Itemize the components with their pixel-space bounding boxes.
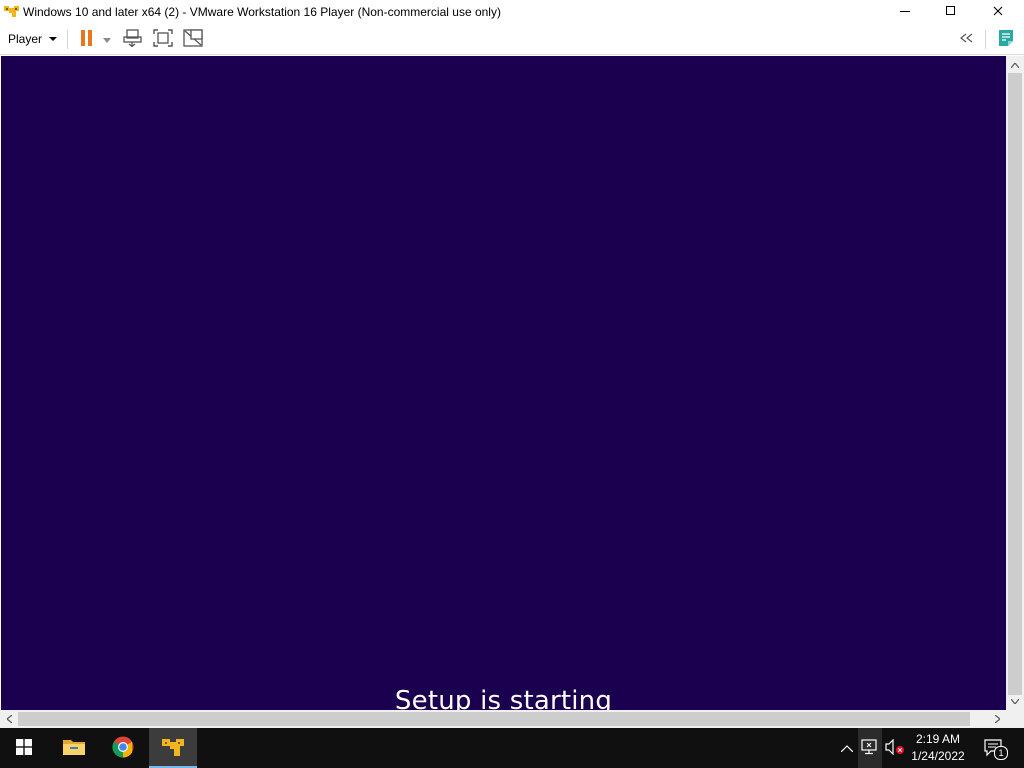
minimize-button[interactable] xyxy=(882,0,928,24)
full-screen-icon xyxy=(153,28,173,50)
chrome-icon xyxy=(112,736,134,761)
pause-icon xyxy=(80,29,94,49)
maximize-icon xyxy=(946,5,956,19)
power-options-dropdown[interactable] xyxy=(97,28,117,50)
taskbar-chrome[interactable] xyxy=(99,728,147,768)
player-menu-label: Player xyxy=(8,32,43,46)
vm-guest-display[interactable]: Setup is starting xyxy=(1,56,1006,710)
taskbar: 2:19 AM 1/24/2022 1 xyxy=(0,728,1024,768)
show-hidden-icons-chevron-icon xyxy=(840,741,854,755)
toolbar-divider xyxy=(985,30,986,49)
pause-button[interactable] xyxy=(75,28,99,50)
scrollbar-corner xyxy=(1006,710,1024,728)
unity-button[interactable] xyxy=(181,28,205,50)
vertical-scrollbar[interactable] xyxy=(1006,56,1024,710)
vertical-scroll-thumb[interactable] xyxy=(1008,73,1022,695)
library-icon xyxy=(997,29,1015,50)
player-menu-button[interactable]: Player xyxy=(3,28,62,50)
network-tray-button[interactable] xyxy=(858,728,882,768)
minimize-icon xyxy=(900,5,910,19)
taskbar-vmware-player[interactable] xyxy=(149,728,197,768)
windows-start-icon xyxy=(16,738,32,758)
title-bar[interactable]: Windows 10 and later x64 (2) - VMware Wo… xyxy=(0,0,1024,24)
taskbar-file-explorer[interactable] xyxy=(50,728,98,768)
clock-date: 1/24/2022 xyxy=(911,749,965,763)
volume-tray-button[interactable] xyxy=(883,728,907,768)
vmware-player-icon xyxy=(161,736,185,761)
maximize-button[interactable] xyxy=(928,0,974,24)
chevron-down-icon xyxy=(49,37,58,41)
volume-muted-icon xyxy=(885,738,905,758)
start-button[interactable] xyxy=(0,728,48,768)
scroll-right-arrow-icon[interactable] xyxy=(989,711,1005,727)
window-title: Windows 10 and later x64 (2) - VMware Wo… xyxy=(23,5,501,19)
file-explorer-icon xyxy=(63,738,85,759)
vmware-player-icon xyxy=(3,3,20,20)
taskbar-clock[interactable]: 2:19 AM 1/24/2022 xyxy=(906,731,970,765)
close-icon xyxy=(993,5,1003,19)
collapse-toolbar-button[interactable] xyxy=(955,28,979,50)
full-screen-button[interactable] xyxy=(151,28,175,50)
unity-icon xyxy=(183,28,203,50)
notification-count-badge: 1 xyxy=(994,746,1008,760)
action-center-button[interactable]: 1 xyxy=(980,728,1008,768)
collapse-icon xyxy=(959,32,975,46)
network-icon xyxy=(861,738,879,758)
send-ctrl-alt-del-icon xyxy=(123,28,143,50)
toolbar: Player xyxy=(0,24,1024,55)
horizontal-scrollbar[interactable] xyxy=(0,710,1006,728)
horizontal-scroll-thumb[interactable] xyxy=(18,712,970,726)
setup-status-text: Setup is starting xyxy=(394,686,613,710)
clock-time: 2:19 AM xyxy=(915,732,961,746)
notification-icon: 1 xyxy=(984,739,1008,760)
scroll-up-arrow-icon[interactable] xyxy=(1007,57,1023,73)
dropdown-caret-icon xyxy=(103,32,111,46)
scroll-left-arrow-icon[interactable] xyxy=(1,711,17,727)
close-button[interactable] xyxy=(975,0,1021,24)
show-hidden-icons-button[interactable] xyxy=(836,728,858,768)
library-button[interactable] xyxy=(994,28,1018,50)
send-ctrl-alt-del-button[interactable] xyxy=(121,28,145,50)
toolbar-divider xyxy=(67,30,68,49)
scroll-down-arrow-icon[interactable] xyxy=(1007,693,1023,709)
